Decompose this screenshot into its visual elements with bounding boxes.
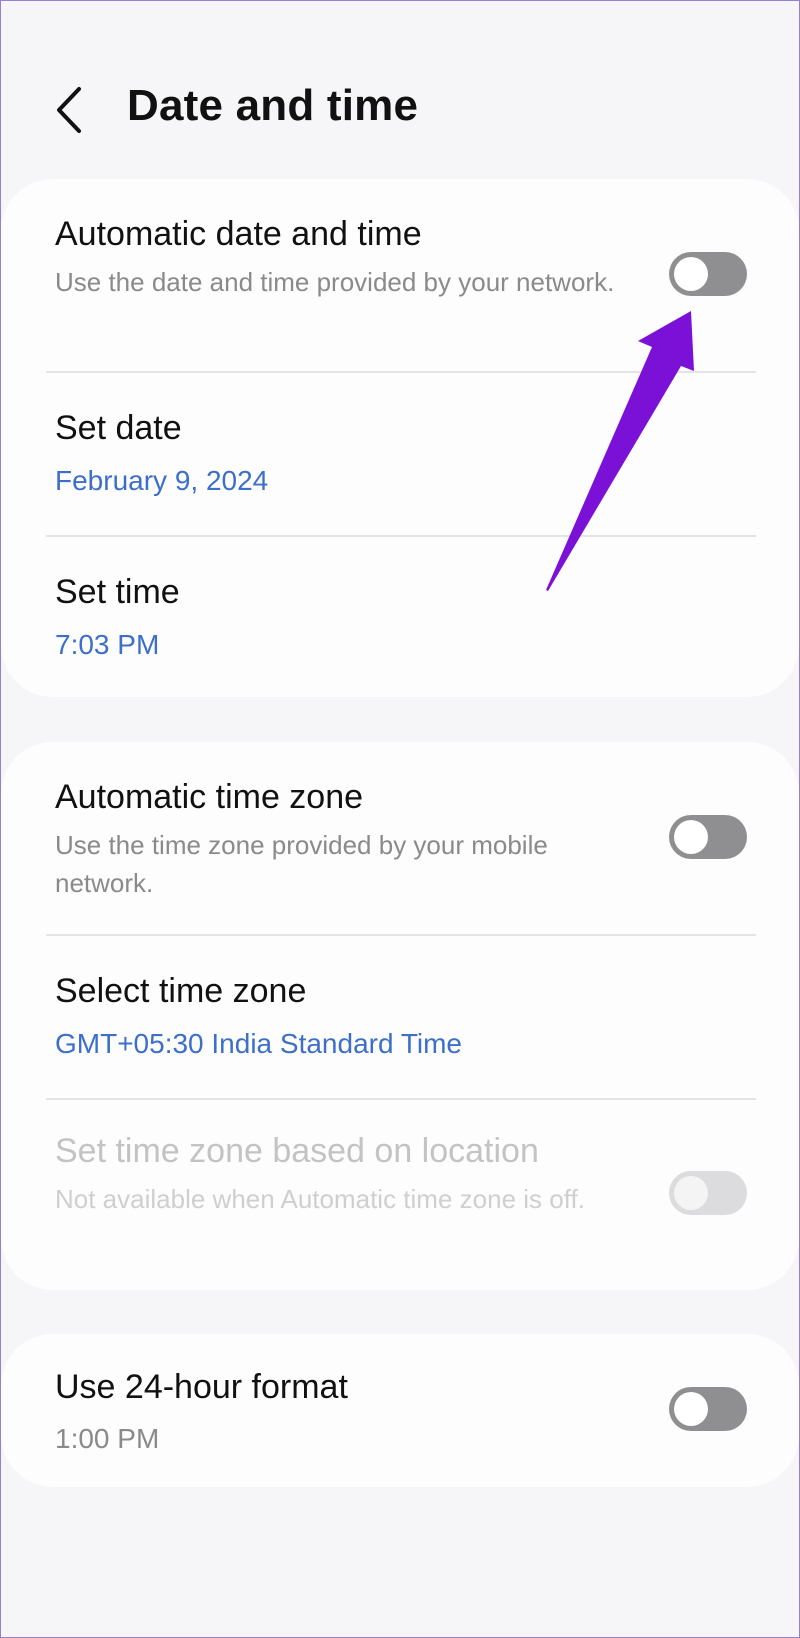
automatic-time-zone-toggle[interactable] bbox=[669, 815, 747, 859]
toggle-knob bbox=[674, 257, 708, 291]
toggle-knob bbox=[674, 1176, 708, 1210]
automatic-date-time-toggle[interactable] bbox=[669, 252, 747, 296]
toggle-knob bbox=[674, 820, 708, 854]
row-automatic-date-time[interactable]: Automatic date and time Use the date and… bbox=[1, 179, 799, 372]
row-title: Automatic date and time bbox=[55, 215, 422, 253]
page-title: Date and time bbox=[127, 81, 419, 130]
row-automatic-time-zone[interactable]: Automatic time zone Use the time zone pr… bbox=[1, 742, 799, 935]
settings-card-time-zone: Automatic time zone Use the time zone pr… bbox=[1, 742, 799, 1290]
24-hour-format-toggle[interactable] bbox=[669, 1387, 747, 1431]
row-title: Set time bbox=[55, 573, 180, 611]
back-button[interactable] bbox=[49, 83, 93, 137]
row-value-format: 1:00 PM bbox=[55, 1423, 160, 1454]
row-value-date: February 9, 2024 bbox=[55, 465, 269, 496]
screen: Date and time Automatic date and time Us… bbox=[0, 0, 800, 1638]
row-time-zone-location: Set time zone based on location Not avai… bbox=[1, 1100, 799, 1290]
toggle-knob bbox=[674, 1392, 708, 1426]
row-select-time-zone[interactable]: Select time zone GMT+05:30 India Standar… bbox=[1, 936, 799, 1098]
row-value-time-zone: GMT+05:30 India Standard Time bbox=[55, 1028, 462, 1059]
chevron-left-icon bbox=[57, 87, 81, 133]
settings-card-date-time: Automatic date and time Use the date and… bbox=[1, 179, 799, 697]
row-subtitle: Not available when Automatic time zone i… bbox=[55, 1184, 585, 1214]
row-subtitle: Use the time zone provided by your mobil… bbox=[55, 830, 548, 898]
row-set-date[interactable]: Set date February 9, 2024 bbox=[1, 373, 799, 535]
row-value-time: 7:03 PM bbox=[55, 629, 160, 660]
row-title: Set time zone based on location bbox=[55, 1132, 539, 1170]
settings-card-format: Use 24-hour format 1:00 PM bbox=[1, 1334, 799, 1487]
row-title: Automatic time zone bbox=[55, 778, 364, 816]
location-time-zone-toggle bbox=[669, 1171, 747, 1215]
app-bar: Date and time bbox=[1, 1, 799, 171]
row-title: Set date bbox=[55, 409, 182, 447]
row-subtitle: Use the date and time provided by your n… bbox=[55, 267, 615, 297]
row-title: Select time zone bbox=[55, 972, 307, 1010]
row-set-time[interactable]: Set time 7:03 PM bbox=[1, 537, 799, 697]
row-title: Use 24-hour format bbox=[55, 1368, 348, 1406]
row-24-hour-format[interactable]: Use 24-hour format 1:00 PM bbox=[1, 1334, 799, 1487]
